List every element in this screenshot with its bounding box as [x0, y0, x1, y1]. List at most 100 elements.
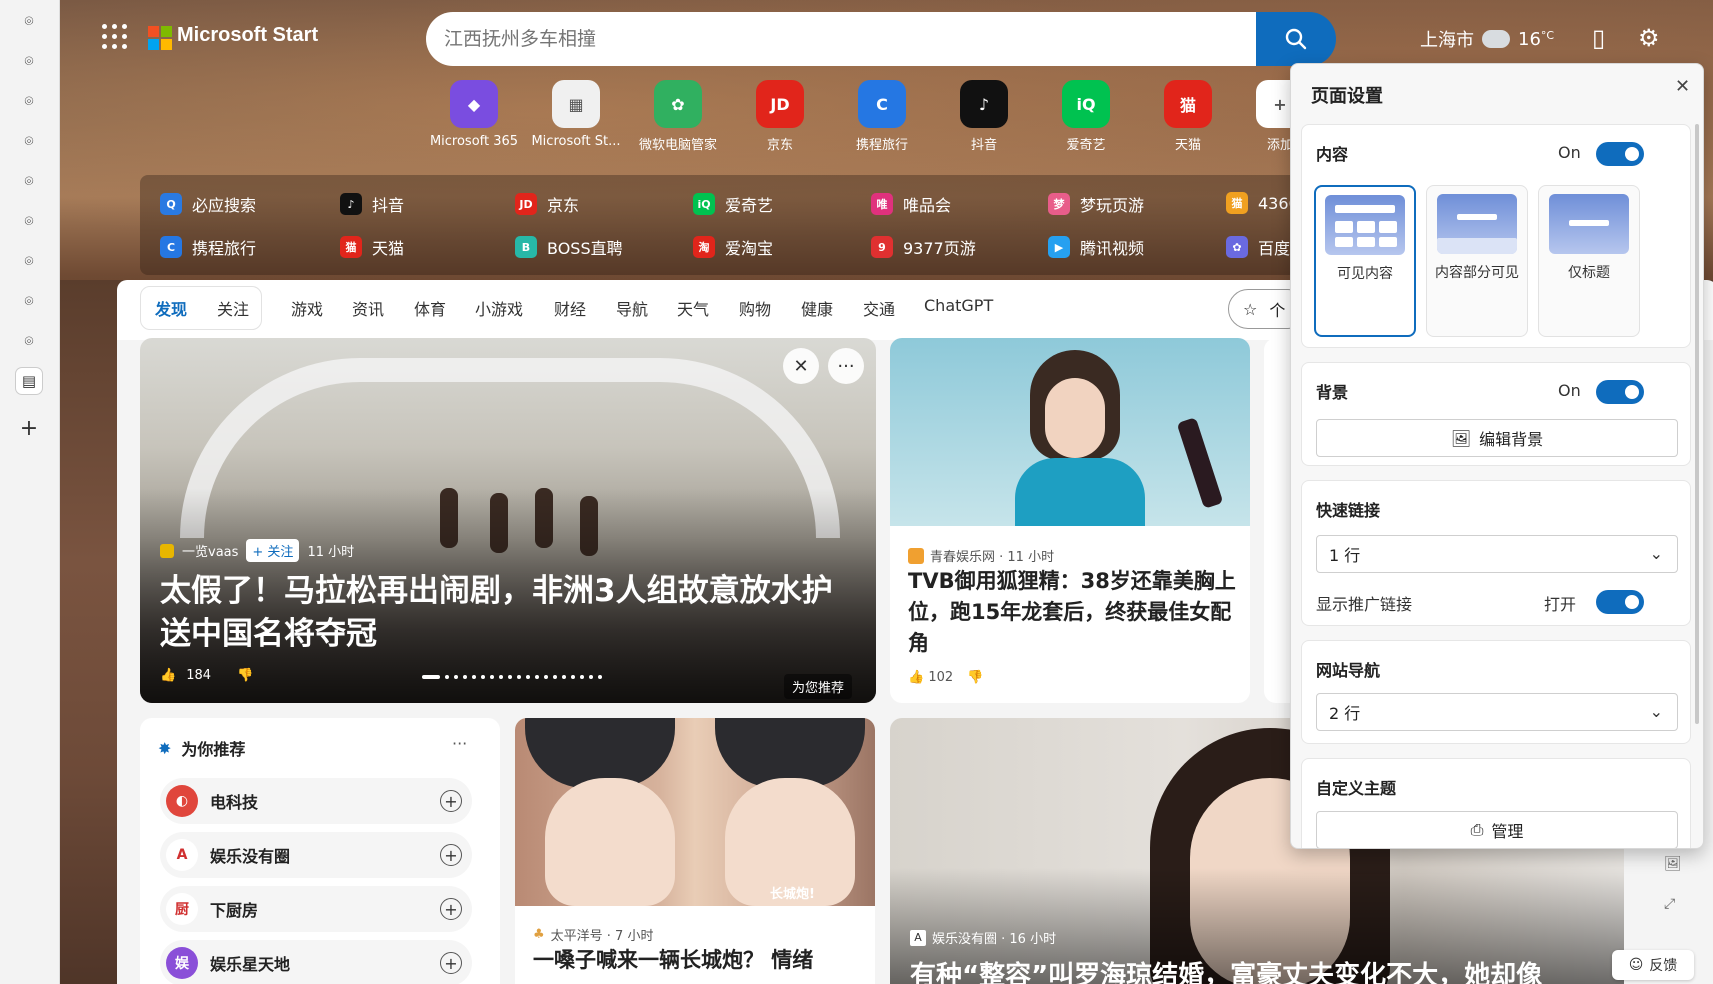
section-title: 网站导航 — [1316, 661, 1381, 680]
tab-item[interactable]: 健康 — [801, 296, 833, 320]
manage-theme-button[interactable]: ⎙ 管理 — [1316, 811, 1678, 848]
github-icon[interactable]: ⌾ — [16, 168, 42, 194]
quicklink-icon: 淘 — [693, 236, 715, 258]
app-tile[interactable]: ♪ 抖音 — [936, 80, 1032, 153]
carousel-dots[interactable] — [422, 675, 602, 679]
background-section: 背景 On 🖼 编辑背景 — [1301, 362, 1691, 466]
recommend-source-row[interactable]: 厨下厨房 + — [160, 886, 472, 932]
tab-item[interactable]: 体育 — [414, 296, 446, 320]
app-tile[interactable]: C 携程旅行 — [834, 80, 930, 153]
app-tile[interactable]: ◆ Microsoft 365 — [426, 80, 522, 149]
toggle-state: On — [1558, 143, 1581, 162]
app-tile[interactable]: ✿ 微软电脑管家 — [630, 80, 726, 153]
calendar-icon[interactable]: ▤ — [16, 368, 42, 394]
card-image — [890, 338, 1250, 526]
app-tile[interactable]: iQ 爱奇艺 — [1038, 80, 1134, 153]
app-tile[interactable]: JD 京东 — [732, 80, 828, 153]
github-icon[interactable]: ⌾ — [16, 328, 42, 354]
expand-icon[interactable]: ⤢ — [1664, 896, 1675, 912]
tab-item[interactable]: 小游戏 — [475, 296, 523, 320]
quicklinks-rows-dropdown[interactable]: 1 行 ⌄ — [1316, 535, 1678, 573]
background-toggle[interactable] — [1596, 380, 1644, 404]
star-icon: ☆ — [1243, 299, 1258, 319]
news-card[interactable]: 长城炮! ♣ 太平洋号 · 7 小时 一嗓子喊来一辆长城炮？ 情绪 — [515, 718, 875, 984]
card-title[interactable]: TVB御用狐狸精：38岁还靠美胸上位，跑15年龙套后，终获最佳女配角 — [908, 566, 1236, 659]
quicklink-item[interactable]: ♪ 抖音 — [340, 192, 404, 216]
image-icon[interactable]: 🖼 — [1664, 856, 1682, 872]
github-icon[interactable]: ⌾ — [16, 48, 42, 74]
tab-item[interactable]: 天气 — [677, 296, 709, 320]
browser-sidebar: ⌾ ⌾ ⌾ ⌾ ⌾ ⌾ ⌾ ⌾ ⌾ ▤ + — [0, 0, 60, 984]
tab-item[interactable]: 交通 — [863, 296, 895, 320]
panel-scrollbar[interactable] — [1695, 124, 1699, 724]
quicklink-item[interactable]: 梦梦玩页游 — [1048, 192, 1144, 216]
add-plus-icon[interactable]: + — [440, 790, 462, 812]
feedback-button[interactable]: ☺ 反馈 — [1612, 950, 1694, 980]
like-icon[interactable]: 👍 — [160, 668, 176, 683]
quicklink-item[interactable]: B BOSS直聘 — [515, 235, 623, 259]
recommend-source-row[interactable]: 娱娱乐星天地 + — [160, 940, 472, 984]
add-plus-icon[interactable]: + — [440, 952, 462, 974]
github-icon[interactable]: ⌾ — [16, 88, 42, 114]
tab-item[interactable]: 购物 — [739, 296, 771, 320]
tab-item[interactable]: 发现 — [155, 296, 187, 320]
close-icon[interactable]: ✕ — [1675, 76, 1690, 97]
settings-gear-icon[interactable]: ⚙ — [1638, 24, 1660, 52]
quicklink-icon: 9 — [871, 236, 893, 258]
more-options-icon[interactable]: ··· — [828, 348, 864, 384]
layout-option-visible[interactable]: 可见内容 — [1314, 185, 1416, 337]
app-tile[interactable]: ▦ Microsoft St... — [528, 80, 624, 149]
tab-item[interactable]: 关注 — [217, 296, 249, 320]
layout-option-headings[interactable]: 仅标题 — [1538, 185, 1640, 337]
github-icon[interactable]: ⌾ — [16, 288, 42, 314]
tab-item[interactable]: ChatGPT — [924, 296, 993, 315]
recommend-source-row[interactable]: A 娱乐没有圈 + — [160, 832, 472, 878]
plus-icon[interactable]: + — [16, 415, 42, 441]
add-plus-icon[interactable]: + — [440, 844, 462, 866]
card-title[interactable]: 一嗓子喊来一辆长城炮？ 情绪 — [533, 945, 813, 976]
quicklink-item[interactable]: ✿ 百度 — [1226, 235, 1290, 259]
weather-widget[interactable]: 上海市 16°C — [1420, 26, 1554, 52]
tab-item[interactable]: 财经 — [554, 296, 586, 320]
layout-option-partial[interactable]: 内容部分可见 — [1426, 185, 1528, 337]
search-input[interactable] — [426, 12, 1256, 66]
github-icon[interactable]: ⌾ — [16, 208, 42, 234]
hero-title[interactable]: 太假了！马拉松再出闹剧，非洲3人组故意放水护送中国名将夺冠 — [160, 570, 860, 656]
quicklink-item[interactable]: Q 必应搜索 — [160, 192, 256, 216]
quicklink-item[interactable]: C 携程旅行 — [160, 235, 256, 259]
sitenav-rows-dropdown[interactable]: 2 行 ⌄ — [1316, 693, 1678, 731]
quicklink-item[interactable]: iQ 爱奇艺 — [693, 192, 773, 216]
dislike-icon[interactable]: 👎 — [237, 668, 253, 683]
brand-title[interactable]: Microsoft Start — [177, 24, 318, 47]
tab-item[interactable]: 资讯 — [352, 296, 384, 320]
close-icon[interactable]: ✕ — [783, 348, 819, 384]
recommend-header: ✸ 为你推荐 — [158, 738, 246, 760]
search-button[interactable] — [1256, 12, 1336, 66]
quicklink-item[interactable]: 猫天猫 — [340, 235, 404, 259]
app-tile[interactable]: 猫天猫 — [1140, 80, 1236, 153]
quicklink-item[interactable]: 猫 4366 — [1226, 192, 1299, 214]
promo-links-toggle[interactable] — [1596, 590, 1644, 614]
add-plus-icon[interactable]: + — [440, 898, 462, 920]
edit-background-button[interactable]: 🖼 编辑背景 — [1316, 419, 1678, 457]
tab-item[interactable]: 游戏 — [291, 296, 323, 320]
github-icon[interactable]: ⌾ — [16, 248, 42, 274]
tab-item[interactable]: 导航 — [616, 296, 648, 320]
follow-button[interactable]: + 关注 — [246, 539, 300, 562]
quicklink-item[interactable]: 淘爱淘宝 — [693, 235, 773, 259]
quicklink-item[interactable]: JD 京东 — [515, 192, 579, 216]
like-icon[interactable]: 👍 102 — [908, 670, 953, 685]
quicklink-item[interactable]: ▶ 腾讯视频 — [1048, 235, 1144, 259]
content-toggle[interactable] — [1596, 142, 1644, 166]
github-icon[interactable]: ⌾ — [16, 128, 42, 154]
quicklink-icon: 唯 — [871, 193, 893, 215]
app-launcher-icon[interactable] — [102, 24, 128, 50]
more-options-icon[interactable]: ··· — [452, 734, 467, 753]
github-icon[interactable]: ⌾ — [16, 8, 42, 34]
phone-icon[interactable]: ▯ — [1592, 24, 1605, 52]
quicklink-item[interactable]: 9 9377页游 — [871, 235, 976, 259]
quicklink-item[interactable]: 唯唯品会 — [871, 192, 951, 216]
recommend-source-row[interactable]: ◐ 电科技 + — [160, 778, 472, 824]
dislike-icon[interactable]: 👎 — [967, 670, 983, 685]
card-title[interactable]: 有种“整容”叫罗海琼结婚，富豪丈夫变化不大，她却像 — [910, 955, 1542, 984]
